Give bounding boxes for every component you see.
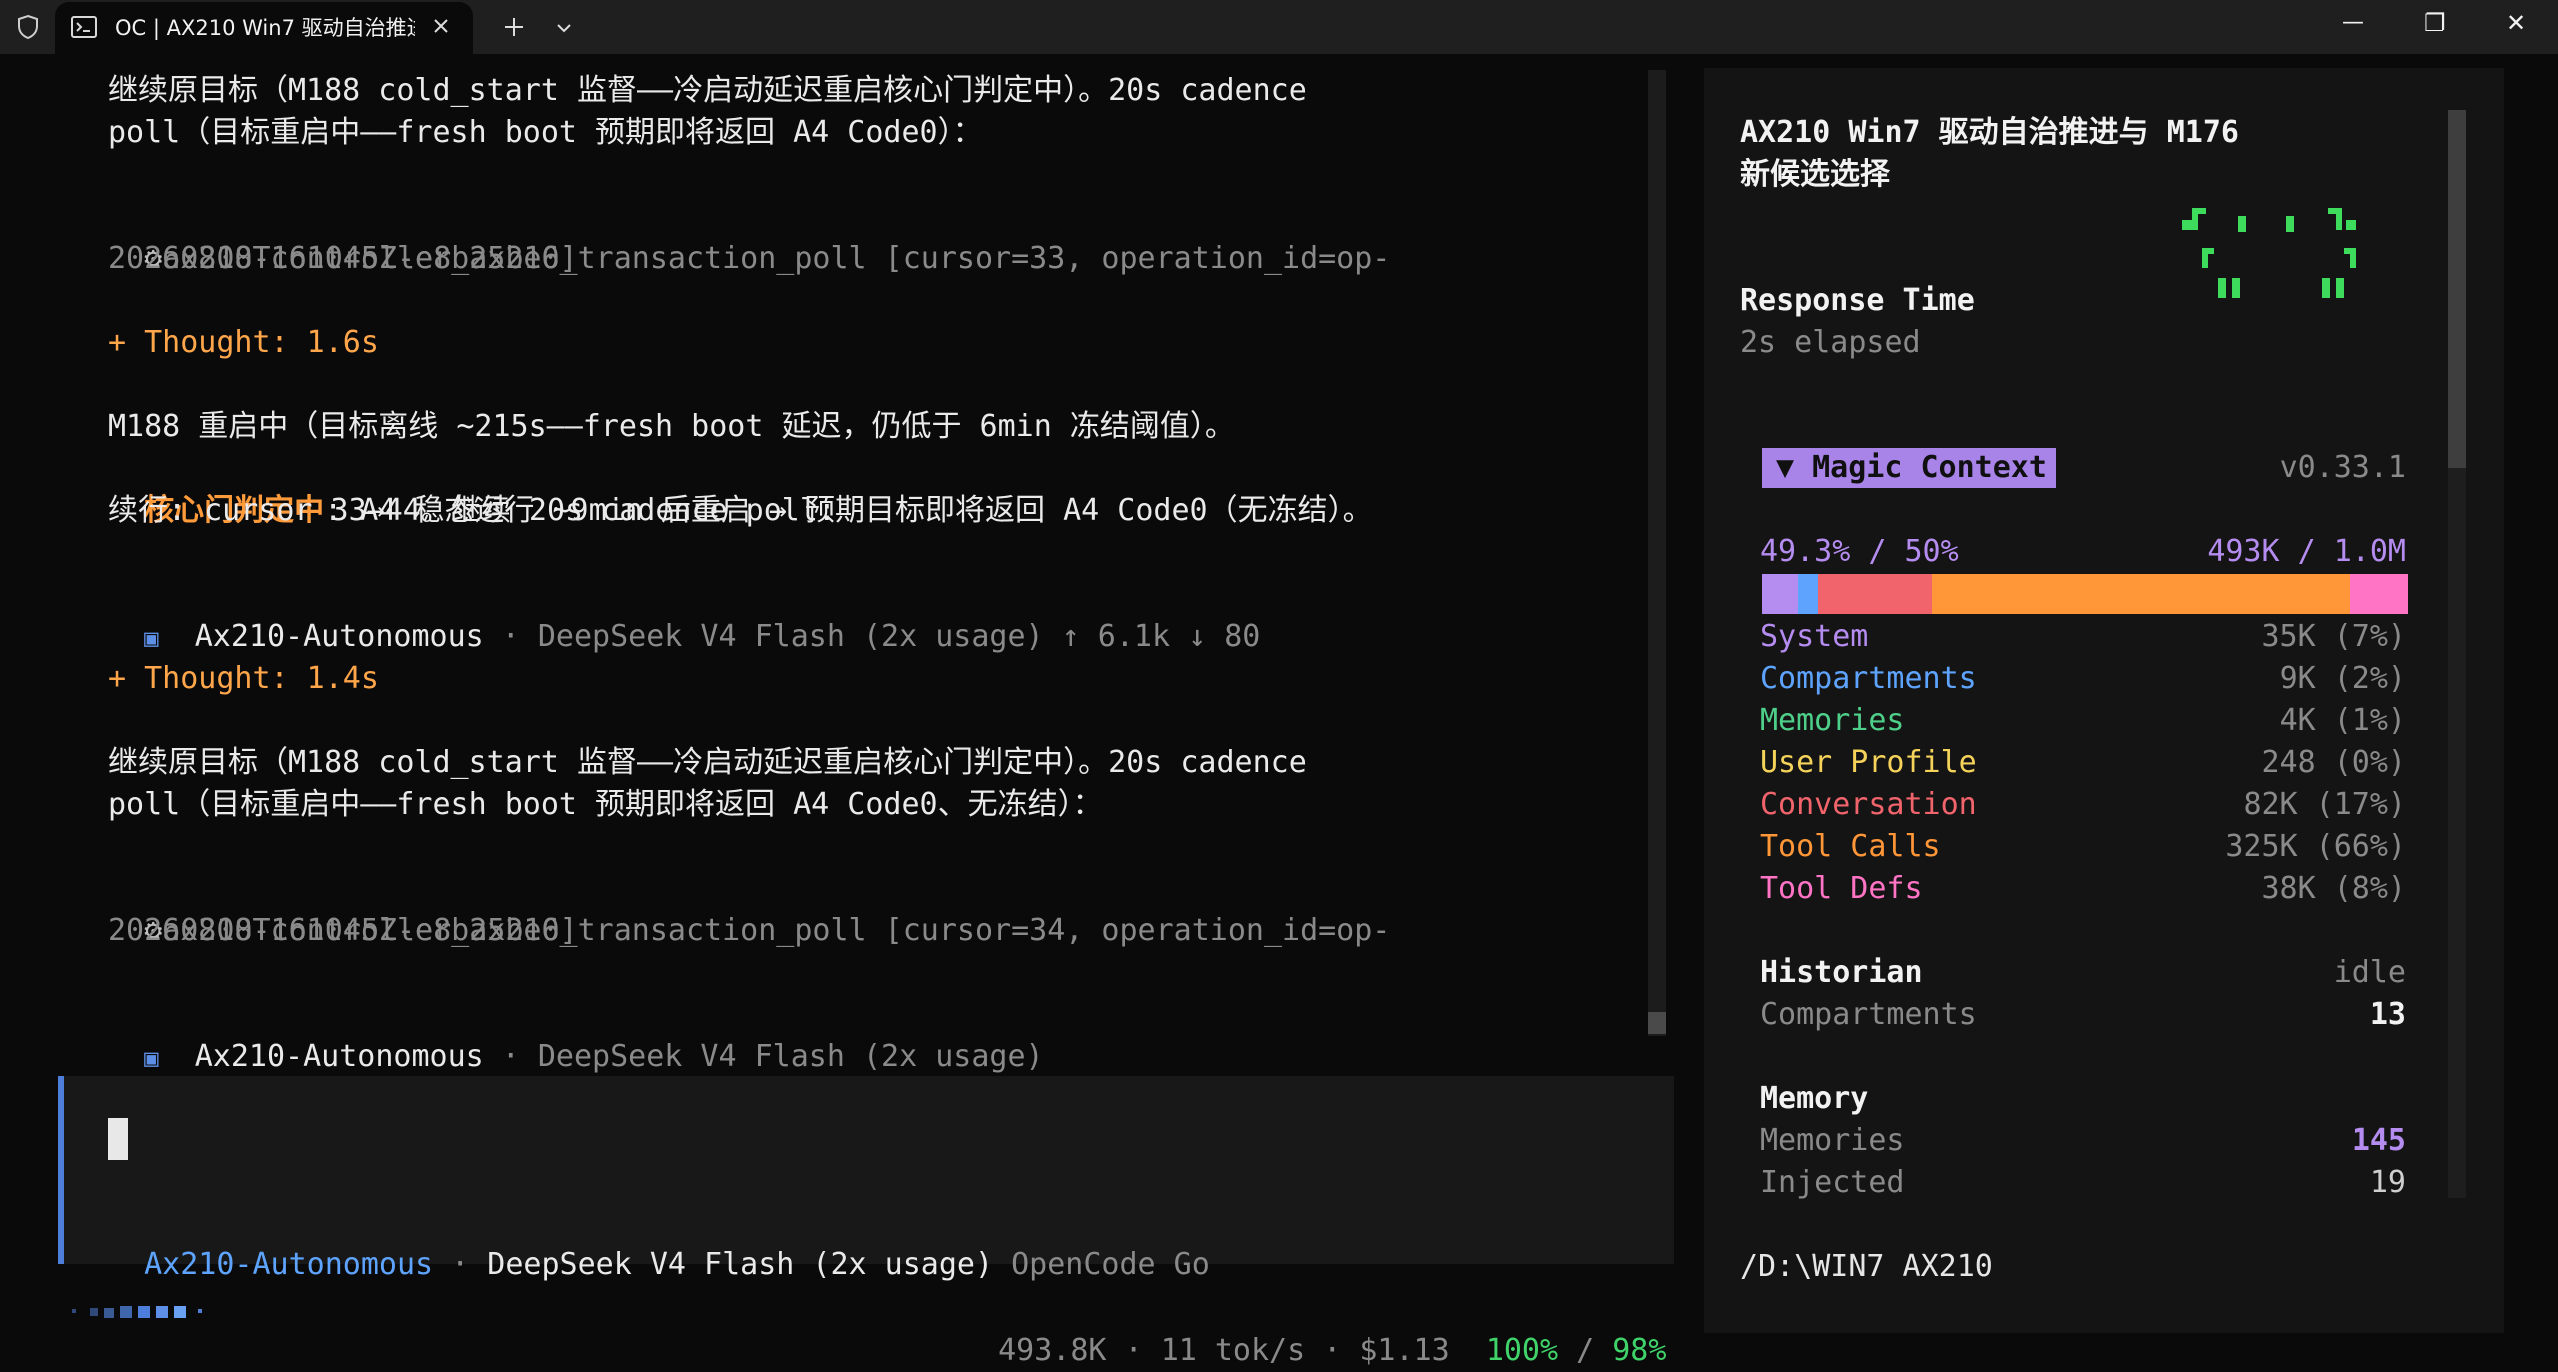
row-value: 9K (2%) (2279, 661, 2406, 696)
historian-status: idle (2333, 955, 2406, 990)
row-label: System (1760, 619, 1869, 654)
memory-label: Memory (1760, 1081, 1869, 1116)
text-cursor (108, 1118, 128, 1160)
magic-context-toggle[interactable]: ▼ Magic Context (1762, 448, 2056, 488)
context-row-memories: Memories 4K (1%) (1760, 700, 2406, 742)
minimize-button[interactable]: — (2342, 10, 2364, 35)
memories-count: 145 (2351, 1123, 2406, 1158)
working-directory: /D:\WIN7 AX210 (1740, 1249, 1993, 1284)
row-value: 248 (0%) (2261, 745, 2407, 780)
injected-count: 19 (2369, 1165, 2406, 1200)
close-button[interactable]: ✕ (2506, 9, 2526, 37)
tab-active[interactable]: OC | AX210 Win7 驱动自治推进 (55, 2, 473, 54)
activity-indicator (72, 1303, 222, 1318)
tab-close-icon[interactable] (427, 12, 455, 40)
panel-scroll-thumb[interactable] (2448, 110, 2466, 468)
thought-toggle[interactable]: + Thought: 1.6s (108, 322, 379, 364)
context-row-compartments: Compartments 9K (2%) (1760, 658, 2406, 700)
square-icon: ▣ (144, 624, 159, 652)
compartments-label: Compartments (1760, 997, 1977, 1032)
bar-seg-conversation (1818, 574, 1932, 614)
version-label: v0.33.1 (2279, 450, 2406, 485)
title-bar: OC | AX210 Win7 驱动自治推进 — ❐ ✕ (0, 0, 2558, 54)
maximize-button[interactable]: ❐ (2424, 9, 2446, 37)
historian-row: Historian idle (1760, 952, 2406, 994)
context-row-tool-calls: Tool Calls 325K (66%) (1760, 826, 2406, 868)
session-title-cont: 新候选选择 (1740, 157, 1890, 192)
agent-line: ▣ Ax210-Autonomous · DeepSeek V4 Flash (… (108, 994, 1044, 1079)
historian-label: Historian (1760, 955, 1923, 990)
tab-title: OC | AX210 Win7 驱动自治推进 (115, 16, 415, 40)
row-value: 35K (7%) (2261, 619, 2407, 654)
agent-meta: · DeepSeek V4 Flash (2x usage) ↑ 6.1k ↓ … (501, 619, 1261, 654)
input-footer: Ax210-Autonomous · DeepSeek V4 Flash (2x… (108, 1202, 1210, 1286)
agent-name: Ax210-Autonomous (194, 1039, 484, 1074)
separator: · (1124, 1333, 1143, 1368)
message-line: 继续原目标（M188 cold_start 监督——冷启动延迟重启核心门判定中）… (108, 73, 1307, 108)
separator: / (1576, 1333, 1595, 1368)
message-line: 继续原目标（M188 cold_start 监督——冷启动延迟重启核心门判定中）… (108, 745, 1307, 780)
mascot-icon (2182, 204, 2386, 304)
provider-label: OpenCode Go (1011, 1247, 1210, 1282)
agent-selector[interactable]: Ax210-Autonomous (144, 1247, 433, 1282)
bar-seg-tool-calls (1932, 574, 2350, 614)
context-usage-percent: 49.3% / 50% (1760, 534, 1959, 569)
message-line: M188 重启中（目标离线 ~215s——fresh boot 延迟，仍低于 6… (108, 409, 1235, 444)
session-cost: $1.13 (1359, 1333, 1450, 1368)
injected-label: Injected (1760, 1165, 1905, 1200)
response-time-label: Response Time (1740, 283, 1975, 318)
compartments-count: 13 (2369, 997, 2406, 1032)
square-icon: ▣ (144, 1044, 159, 1072)
context-usage-bar (1762, 574, 2408, 614)
compartments-row: Compartments 13 (1760, 994, 2406, 1036)
status-bar: 493.8K · 11 tok/s · $1.13 100% / 98% (962, 1288, 1666, 1372)
row-value: 325K (66%) (2225, 829, 2406, 864)
context-row-conversation: Conversation 82K (17%) (1760, 784, 2406, 826)
agent-meta: · DeepSeek V4 Flash (2x usage) (501, 1039, 1044, 1074)
memory-header: Memory (1760, 1078, 2406, 1120)
row-value: 82K (17%) (2243, 787, 2406, 822)
row-label: Tool Calls (1760, 829, 1941, 864)
message-line: poll（目标重启中——fresh boot 预期即将返回 A4 Code0、无… (108, 787, 1103, 822)
transcript-scroll-thumb[interactable] (1648, 1012, 1666, 1034)
row-value: 4K (1%) (2279, 703, 2406, 738)
tool-call-cont: 20260808T161045Z-e8b25be6] (108, 241, 578, 276)
shield-icon (16, 14, 40, 40)
row-label: Memories (1760, 703, 1905, 738)
response-time-value: 2s elapsed (1740, 325, 1921, 360)
message-line: poll（目标重启中——fresh boot 预期即将返回 A4 Code0）： (108, 115, 983, 150)
injected-row: Injected 19 (1760, 1162, 2406, 1204)
thought-toggle[interactable]: + Thought: 1.4s (108, 658, 379, 700)
bar-seg-tool-defs (2350, 574, 2408, 614)
row-label: Tool Defs (1760, 871, 1923, 906)
percent-b: 98% (1612, 1333, 1667, 1368)
bar-seg-system (1762, 574, 1798, 614)
percent-a: 100% (1485, 1333, 1559, 1368)
token-rate: 11 tok/s (1160, 1333, 1306, 1368)
row-value: 38K (8%) (2261, 871, 2407, 906)
token-count: 493.8K (998, 1333, 1107, 1368)
memories-row: Memories 145 (1760, 1120, 2406, 1162)
memories-label: Memories (1760, 1123, 1905, 1158)
row-label: User Profile (1760, 745, 1977, 780)
tool-call-cont: 20260808T161045Z-e8b25be6] (108, 913, 578, 948)
transcript-scrollbar[interactable] (1648, 70, 1666, 1036)
separator: · (1323, 1333, 1342, 1368)
new-tab-icon[interactable] (500, 13, 528, 41)
message-line: 续行: cursor 33→44。继续 20s cadence poll: (108, 493, 836, 528)
context-row-tool-defs: Tool Defs 38K (8%) (1760, 868, 2406, 910)
agent-name: Ax210-Autonomous (194, 619, 484, 654)
model-selector[interactable]: DeepSeek V4 Flash (2x usage) (487, 1247, 993, 1282)
terminal-icon (71, 16, 97, 38)
agent-line: ▣ Ax210-Autonomous · DeepSeek V4 Flash (… (108, 574, 1260, 659)
session-title: AX210 Win7 驱动自治推进与 M176 (1740, 115, 2239, 150)
context-usage-tokens: 493K / 1.0M (2207, 534, 2406, 569)
context-row-system: System 35K (7%) (1760, 616, 2406, 658)
row-label: Conversation (1760, 787, 1977, 822)
bar-seg-compartments (1798, 574, 1818, 614)
chevron-down-icon[interactable] (550, 16, 578, 40)
context-row-user-profile: User Profile 248 (0%) (1760, 742, 2406, 784)
separator: · (451, 1247, 470, 1282)
row-label: Compartments (1760, 661, 1977, 696)
